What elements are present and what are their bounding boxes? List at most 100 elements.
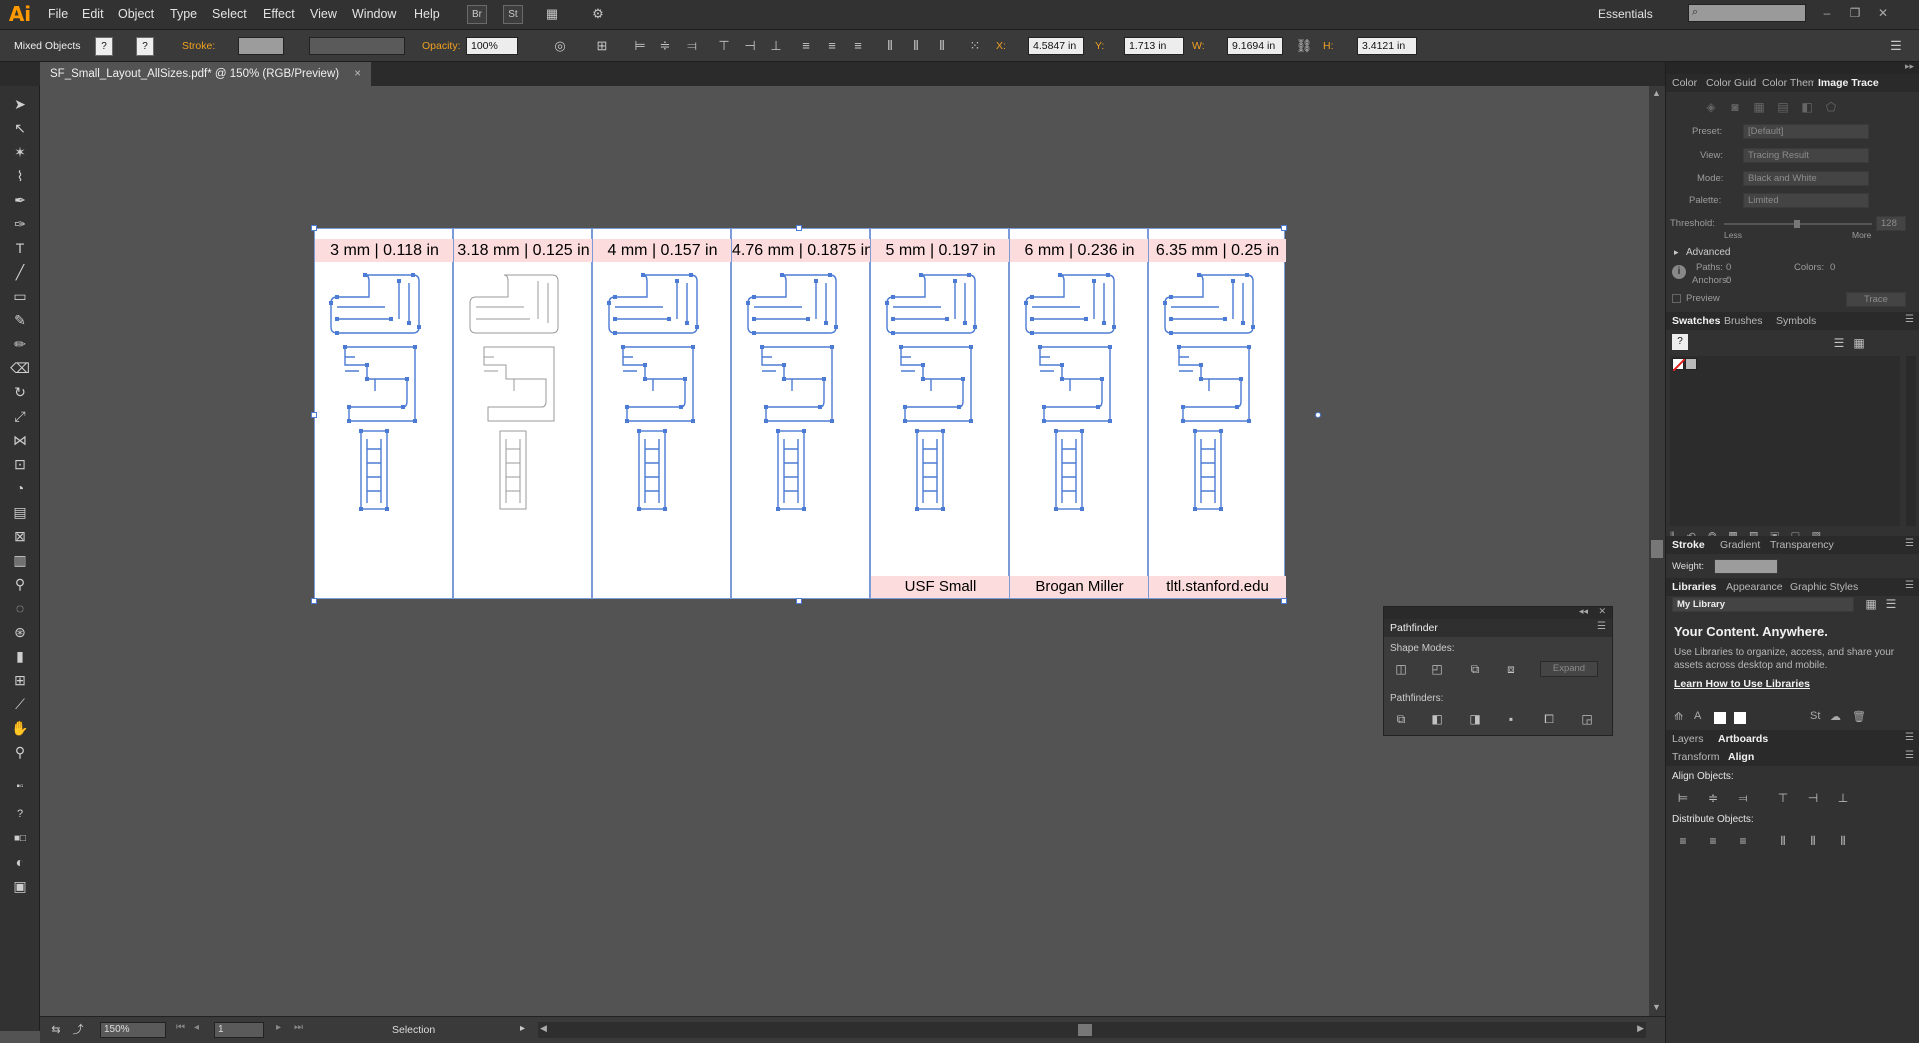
scroll-up-icon[interactable]: ▲ (1652, 88, 1661, 98)
library-grid-view-icon[interactable]: ▦ (1862, 595, 1880, 613)
canvas[interactable]: 3 mm | 0.118 in 3.18 mm | 0.125 in 4 mm … (40, 86, 1649, 1016)
selection-handle[interactable] (796, 598, 802, 604)
stroke-label[interactable]: Stroke: (182, 40, 215, 52)
align-bottom-icon[interactable]: ⊥ (1834, 789, 1852, 807)
x-field[interactable]: 4.5847 in (1028, 37, 1084, 55)
palette-dropdown[interactable]: Limited (1743, 193, 1869, 208)
list-view-icon[interactable]: ☰ (1830, 334, 1848, 352)
tab-gradient[interactable]: Gradient (1720, 539, 1760, 551)
distribute-hcenter-icon[interactable]: ⫴ (1804, 832, 1822, 850)
tab-color-guide[interactable]: Color Guide (1706, 77, 1756, 89)
horizontal-scrollbar[interactable]: ◀ ▶ (538, 1022, 1646, 1038)
swatches-scrollbar[interactable] (1906, 356, 1916, 526)
align-right-icon[interactable]: ⫤ (682, 36, 702, 56)
pathfinder-tab[interactable]: Pathfinder (1390, 622, 1438, 634)
intersect-icon[interactable]: ⧉ (1466, 660, 1484, 678)
close-window-icon[interactable]: ✕ (1870, 3, 1896, 23)
menu-file[interactable]: File (48, 7, 68, 21)
direct-selection-tool-icon[interactable]: ↖ (8, 118, 32, 139)
view-dropdown[interactable]: Tracing Result (1743, 148, 1869, 163)
artboard-4[interactable]: 4.76 mm | 0.1875 in (731, 228, 871, 599)
tab-image-trace[interactable]: Image Trace (1818, 77, 1879, 89)
distribute-right-icon[interactable]: ⫴ (932, 36, 952, 56)
menu-type[interactable]: Type (170, 7, 197, 21)
h-scroll-thumb[interactable] (1078, 1024, 1092, 1036)
grid-view-icon[interactable]: ▦ (1850, 334, 1868, 352)
gradient-tool-icon[interactable]: ▥ (8, 550, 32, 571)
add-fill-color-icon[interactable] (1714, 712, 1726, 724)
exclude-icon[interactable]: ⧈ (1502, 660, 1520, 678)
distribute-bottom-icon[interactable]: ≡ (848, 36, 868, 56)
artboard-7[interactable]: 6.35 mm | 0.25 in tltl.stanford.edu (1148, 228, 1286, 599)
threshold-slider[interactable] (1724, 220, 1872, 228)
distribute-hcenter-icon[interactable]: ⫴ (906, 36, 926, 56)
outline-icon[interactable]: ⧠ (1540, 710, 1558, 728)
maximize-icon[interactable]: ❐ (1842, 3, 1868, 23)
magic-wand-tool-icon[interactable]: ✶ (8, 142, 32, 163)
free-transform-tool-icon[interactable]: ⊡ (8, 454, 32, 475)
none-swatch[interactable] (1672, 358, 1686, 372)
fill-swatch[interactable]: ? (95, 37, 113, 56)
scroll-down-icon[interactable]: ▼ (1652, 1002, 1661, 1012)
distribute-vcenter-icon[interactable]: ≡ (822, 36, 842, 56)
artboard-navigation-icon[interactable]: ⇆ (46, 1020, 66, 1040)
rectangle-tool-icon[interactable]: ▭ (8, 286, 32, 307)
tab-symbols[interactable]: Symbols (1776, 315, 1816, 327)
paintbrush-tool-icon[interactable]: ✎ (8, 310, 32, 331)
pencil-tool-icon[interactable]: ✏ (8, 334, 32, 355)
first-artboard-icon[interactable]: ⏮ (176, 1022, 185, 1033)
scroll-left-icon[interactable]: ◀ (540, 1023, 547, 1034)
distribute-vcenter-icon[interactable]: ≡ (1704, 832, 1722, 850)
tab-stroke[interactable]: Stroke (1672, 539, 1705, 551)
artboard-5[interactable]: 5 mm | 0.197 in USF Small (870, 228, 1010, 599)
trace-button[interactable]: Trace (1846, 292, 1906, 307)
high-color-icon[interactable]: ◙ (1726, 98, 1744, 116)
tab-color-themes[interactable]: Color Themes (1762, 77, 1814, 89)
panel-menu-icon[interactable]: ☰ (1597, 621, 1606, 632)
gpu-performance-icon[interactable]: ⚙ (588, 4, 608, 24)
scale-tool-icon[interactable]: ⤢ (8, 406, 32, 427)
blend-tool-icon[interactable]: ◌ (8, 598, 32, 619)
stroke-swatch[interactable]: ? (136, 37, 154, 56)
selection-handle[interactable] (1281, 225, 1287, 231)
stroke-weight-field[interactable] (238, 37, 284, 55)
minus-back-icon[interactable]: ◲ (1578, 710, 1596, 728)
zoom-tool-icon[interactable]: ⚲ (8, 742, 32, 763)
minus-front-icon[interactable]: ◰ (1428, 660, 1446, 678)
auto-color-icon[interactable]: ◈ (1702, 98, 1720, 116)
transform-reference-icon[interactable]: ⁙ (965, 36, 985, 56)
preset-dropdown[interactable]: [Default] (1743, 124, 1869, 139)
align-left-icon[interactable]: ⊨ (630, 36, 650, 56)
rotate-tool-icon[interactable]: ↻ (8, 382, 32, 403)
w-field[interactable]: 9.1694 in (1227, 37, 1283, 55)
width-tool-icon[interactable]: ⋈ (8, 430, 32, 451)
stock-icon[interactable]: St (1810, 710, 1820, 722)
tab-align[interactable]: Align (1728, 751, 1754, 763)
tab-libraries[interactable]: Libraries (1672, 581, 1716, 593)
dock-header[interactable]: ▸▸ (1666, 61, 1919, 74)
advanced-disclosure-icon[interactable]: ▸ (1674, 247, 1679, 258)
selection-tool-icon[interactable]: ➤ (8, 94, 32, 115)
divide-icon[interactable]: ⧉ (1392, 710, 1410, 728)
tab-brushes[interactable]: Brushes (1724, 315, 1763, 327)
constrain-proportions-icon[interactable]: ⛓ (1294, 36, 1314, 56)
tab-swatches[interactable]: Swatches (1672, 315, 1720, 327)
menu-select[interactable]: Select (212, 7, 247, 21)
color-mode-icon[interactable]: ■□ (8, 828, 32, 849)
align-to-selection-icon[interactable]: ⊞ (592, 36, 612, 56)
lasso-tool-icon[interactable]: ⌇ (8, 166, 32, 187)
tab-layers[interactable]: Layers (1672, 733, 1704, 745)
preview-checkbox[interactable] (1672, 294, 1681, 303)
eraser-tool-icon[interactable]: ⌫ (8, 358, 32, 379)
recolor-artwork-icon[interactable]: ◎ (550, 36, 570, 56)
slice-tool-icon[interactable]: ⟋ (8, 694, 32, 715)
mesh-tool-icon[interactable]: ⊠ (8, 526, 32, 547)
share-icon[interactable]: ⤴ (68, 1020, 88, 1040)
selection-handle[interactable] (311, 225, 317, 231)
menu-effect[interactable]: Effect (263, 7, 295, 21)
distribute-bottom-icon[interactable]: ≡ (1734, 832, 1752, 850)
artboard-6[interactable]: 6 mm | 0.236 in Brogan Miller (1009, 228, 1149, 599)
drawing-mode-icon[interactable]: ◐ (8, 852, 32, 873)
pathfinder-panel-titlebar[interactable]: ◂◂ ✕ (1384, 606, 1612, 619)
distribute-right-icon[interactable]: ⫴ (1834, 832, 1852, 850)
